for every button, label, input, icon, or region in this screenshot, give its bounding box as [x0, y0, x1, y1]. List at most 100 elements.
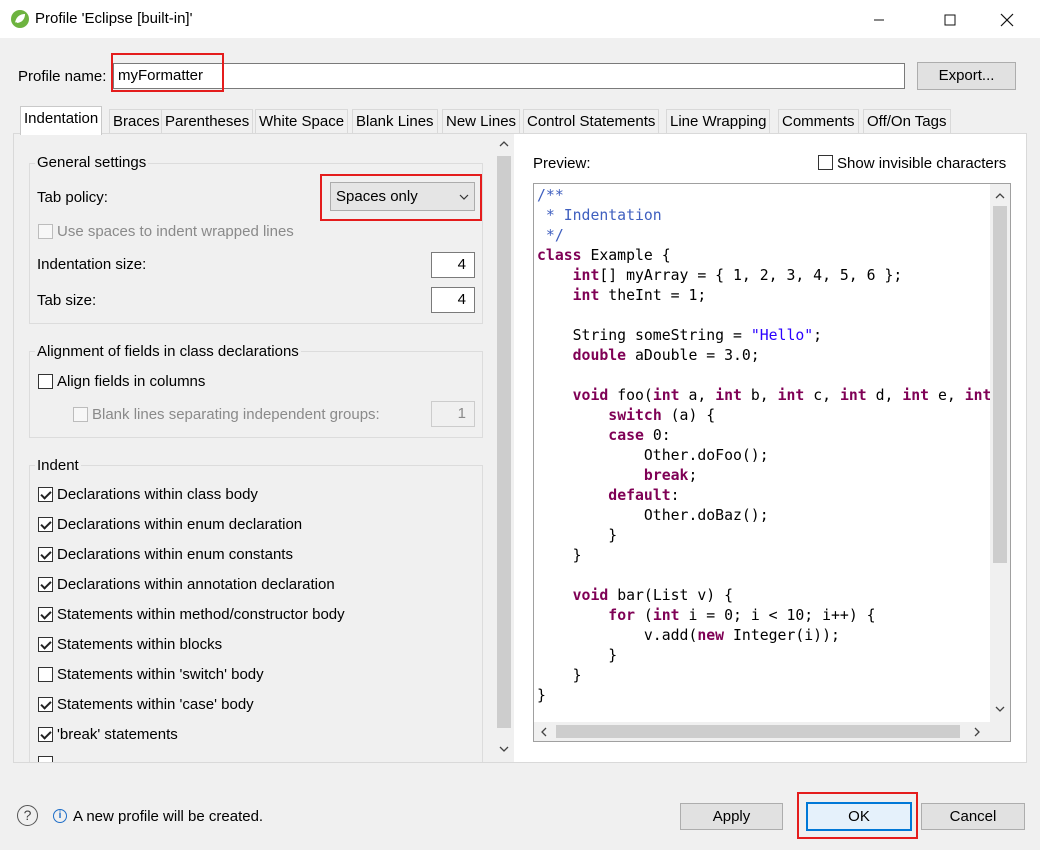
- tab-white-space[interactable]: White Space: [255, 109, 349, 134]
- profile-name-label: Profile name:: [18, 68, 107, 85]
- close-button[interactable]: [984, 0, 1030, 38]
- indent-checkbox[interactable]: [38, 637, 53, 652]
- code-token: 0:: [643, 427, 671, 444]
- code-line: switch (a) {: [537, 406, 990, 426]
- code-line: }: [537, 666, 990, 686]
- scroll-right-icon: [974, 727, 980, 737]
- apply-button[interactable]: Apply: [680, 803, 783, 830]
- indent-checkbox[interactable]: [38, 667, 53, 682]
- preview-vscrollbar[interactable]: [990, 184, 1010, 722]
- tab-new-lines[interactable]: New Lines: [442, 109, 521, 134]
- indent-item-label: Statements within blocks: [57, 636, 223, 653]
- indent-checkbox[interactable]: [38, 517, 53, 532]
- tab-policy-label: Tab policy:: [37, 189, 108, 206]
- code-line: default:: [537, 486, 990, 506]
- tab-blank-lines[interactable]: Blank Lines: [352, 109, 438, 134]
- indent-item-label: Statements within 'switch' body: [57, 666, 264, 683]
- code-line: }: [537, 546, 990, 566]
- code-token: int: [572, 287, 600, 304]
- preview-vscrollbar-thumb[interactable]: [993, 206, 1007, 563]
- code-token: void: [572, 387, 609, 404]
- code-line: String someString = "Hello";: [537, 326, 990, 346]
- maximize-button[interactable]: [927, 0, 973, 38]
- code-token: (a) {: [661, 407, 716, 424]
- tab-parentheses[interactable]: Parentheses: [161, 109, 254, 134]
- code-line: Other.doFoo();: [537, 446, 990, 466]
- profile-name-input[interactable]: myFormatter: [113, 63, 905, 89]
- use-spaces-checkbox[interactable]: [38, 224, 53, 239]
- code-token: e,: [929, 387, 965, 404]
- indent-checkbox[interactable]: [38, 727, 53, 742]
- tab-policy-select[interactable]: Spaces only: [330, 182, 475, 211]
- code-token: c,: [804, 387, 840, 404]
- indent-checkbox[interactable]: [38, 607, 53, 622]
- align-fields-checkbox[interactable]: [38, 374, 53, 389]
- code-token: i = 0; i < 10; i++) {: [679, 607, 876, 624]
- indent-title: Indent: [35, 457, 81, 474]
- info-message: A new profile will be created.: [73, 808, 264, 825]
- scroll-up-icon: [995, 193, 1005, 199]
- tab-braces[interactable]: Braces: [109, 109, 164, 134]
- code-line: for (int i = 0; i < 10; i++) {: [537, 606, 990, 626]
- help-icon[interactable]: ?: [17, 805, 38, 826]
- code-token: [] myArray = { 1, 2, 3, 4, 5, 6 };: [599, 267, 903, 284]
- indent-size-label: Indentation size:: [37, 256, 147, 273]
- tab-line-wrapping[interactable]: Line Wrapping: [666, 109, 771, 134]
- export-button[interactable]: Export...: [917, 62, 1016, 90]
- scroll-left-icon: [541, 727, 547, 737]
- left-scrollbar[interactable]: [495, 134, 513, 762]
- blank-lines-checkbox[interactable]: [73, 407, 88, 422]
- code-token: aDouble = 3.0;: [626, 347, 760, 364]
- code-token: String someString =: [537, 327, 751, 344]
- code-token: Integer(i));: [724, 627, 840, 644]
- code-token: a,: [679, 387, 716, 404]
- left-scrollbar-thumb[interactable]: [497, 156, 511, 728]
- tab-size-input[interactable]: 4: [431, 287, 475, 313]
- code-token: default: [608, 487, 671, 504]
- code-line: }: [537, 646, 990, 666]
- tab-off-on-tags[interactable]: Off/On Tags: [863, 109, 951, 134]
- minimize-button[interactable]: [856, 0, 902, 38]
- tab-control-statements[interactable]: Control Statements: [523, 109, 660, 134]
- blank-lines-label: Blank lines separating independent group…: [92, 406, 380, 423]
- code-token: int: [964, 387, 990, 404]
- cancel-button[interactable]: Cancel: [921, 803, 1025, 830]
- code-token: }: [537, 647, 618, 664]
- code-line: void bar(List v) {: [537, 586, 990, 606]
- code-token: d,: [866, 387, 903, 404]
- info-icon: i: [53, 809, 67, 823]
- indent-size-input[interactable]: 4: [431, 252, 475, 278]
- show-invisible-checkbox[interactable]: [818, 155, 833, 170]
- preview-editor[interactable]: /** * Indentation */class Example { int[…: [533, 183, 1011, 742]
- indent-checkbox[interactable]: [38, 697, 53, 712]
- tab-comments[interactable]: Comments: [778, 109, 859, 134]
- code-token: */: [537, 227, 564, 244]
- code-line: v.add(new Integer(i));: [537, 626, 990, 646]
- code-token: }: [537, 527, 618, 544]
- indent-checkbox[interactable]: [38, 487, 53, 502]
- code-token: int: [715, 387, 742, 404]
- code-token: }: [537, 547, 582, 564]
- code-token: int: [902, 387, 930, 404]
- indent-checkbox[interactable]: [38, 547, 53, 562]
- indent-checkbox[interactable]: [38, 756, 53, 762]
- indent-checkbox[interactable]: [38, 577, 53, 592]
- code-token: double: [572, 347, 627, 364]
- tab-size-label: Tab size:: [37, 292, 97, 309]
- preview-hscrollbar[interactable]: [534, 722, 990, 741]
- ok-button[interactable]: OK: [806, 802, 912, 831]
- blank-lines-input[interactable]: 1: [431, 401, 475, 427]
- maximize-icon: [944, 14, 956, 26]
- preview-hscrollbar-thumb[interactable]: [556, 725, 960, 738]
- tab-indentation[interactable]: Indentation: [20, 106, 103, 135]
